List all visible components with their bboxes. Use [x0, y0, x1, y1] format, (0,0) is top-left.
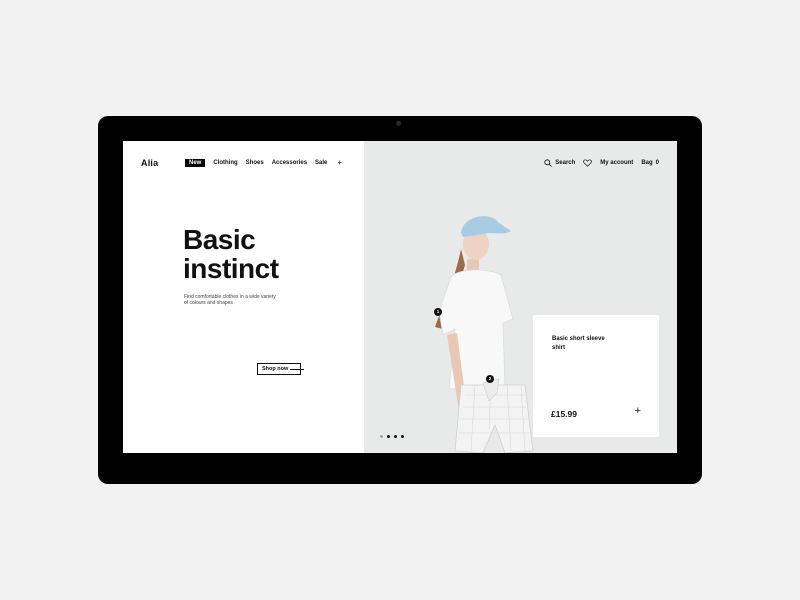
- search-button[interactable]: Search: [544, 159, 575, 167]
- nav-item-accessories[interactable]: Accessories: [272, 159, 307, 167]
- header-actions: Search My account Bag 0: [544, 159, 659, 167]
- tablet-device-frame: Alia New Clothing Shoes Accessories Sale…: [98, 116, 702, 484]
- top-navigation: Alia New Clothing Shoes Accessories Sale…: [123, 141, 677, 187]
- product-title: Basic short sleeve shirt: [552, 336, 605, 351]
- slide-dot-4[interactable]: [401, 435, 404, 438]
- nav-item-new[interactable]: New: [185, 159, 206, 167]
- cta-line-decoration: [290, 369, 304, 370]
- headline-line-2: instinct: [183, 253, 279, 284]
- main-menu: New Clothing Shoes Accessories Sale +: [185, 159, 342, 167]
- nav-item-shoes[interactable]: Shoes: [246, 159, 264, 167]
- screen: Alia New Clothing Shoes Accessories Sale…: [123, 141, 677, 453]
- plus-icon[interactable]: +: [337, 159, 342, 167]
- bag-label: Bag: [641, 160, 653, 166]
- slide-dot-3[interactable]: [394, 435, 397, 438]
- headline-line-1: Basic: [183, 224, 256, 255]
- search-label: Search: [555, 160, 576, 166]
- slide-dot-1[interactable]: [380, 435, 383, 438]
- camera-icon: [396, 121, 401, 126]
- nav-item-clothing[interactable]: Clothing: [213, 159, 237, 167]
- product-hotspot-2[interactable]: 2: [486, 375, 494, 383]
- heart-icon: [583, 159, 593, 167]
- product-price: £15.99: [551, 409, 577, 419]
- product-hotspot-1[interactable]: 1: [434, 308, 442, 316]
- hero-headline: Basic instinct: [183, 225, 279, 283]
- plus-icon[interactable]: +: [635, 406, 641, 417]
- search-icon: [544, 159, 553, 167]
- product-card[interactable]: Basic short sleeve shirt £15.99 +: [533, 315, 659, 437]
- hero-subtext: Find comfortable clothes in a wide varie…: [184, 294, 276, 306]
- bag-button[interactable]: Bag 0: [641, 160, 659, 166]
- bag-count: 0: [655, 160, 659, 166]
- nav-item-sale[interactable]: Sale: [315, 159, 327, 167]
- brand-logo[interactable]: Alia: [141, 158, 158, 168]
- slider-pagination: [380, 435, 404, 438]
- wishlist-button[interactable]: [583, 159, 593, 167]
- slide-dot-2[interactable]: [387, 435, 390, 438]
- my-account-link[interactable]: My account: [600, 160, 633, 166]
